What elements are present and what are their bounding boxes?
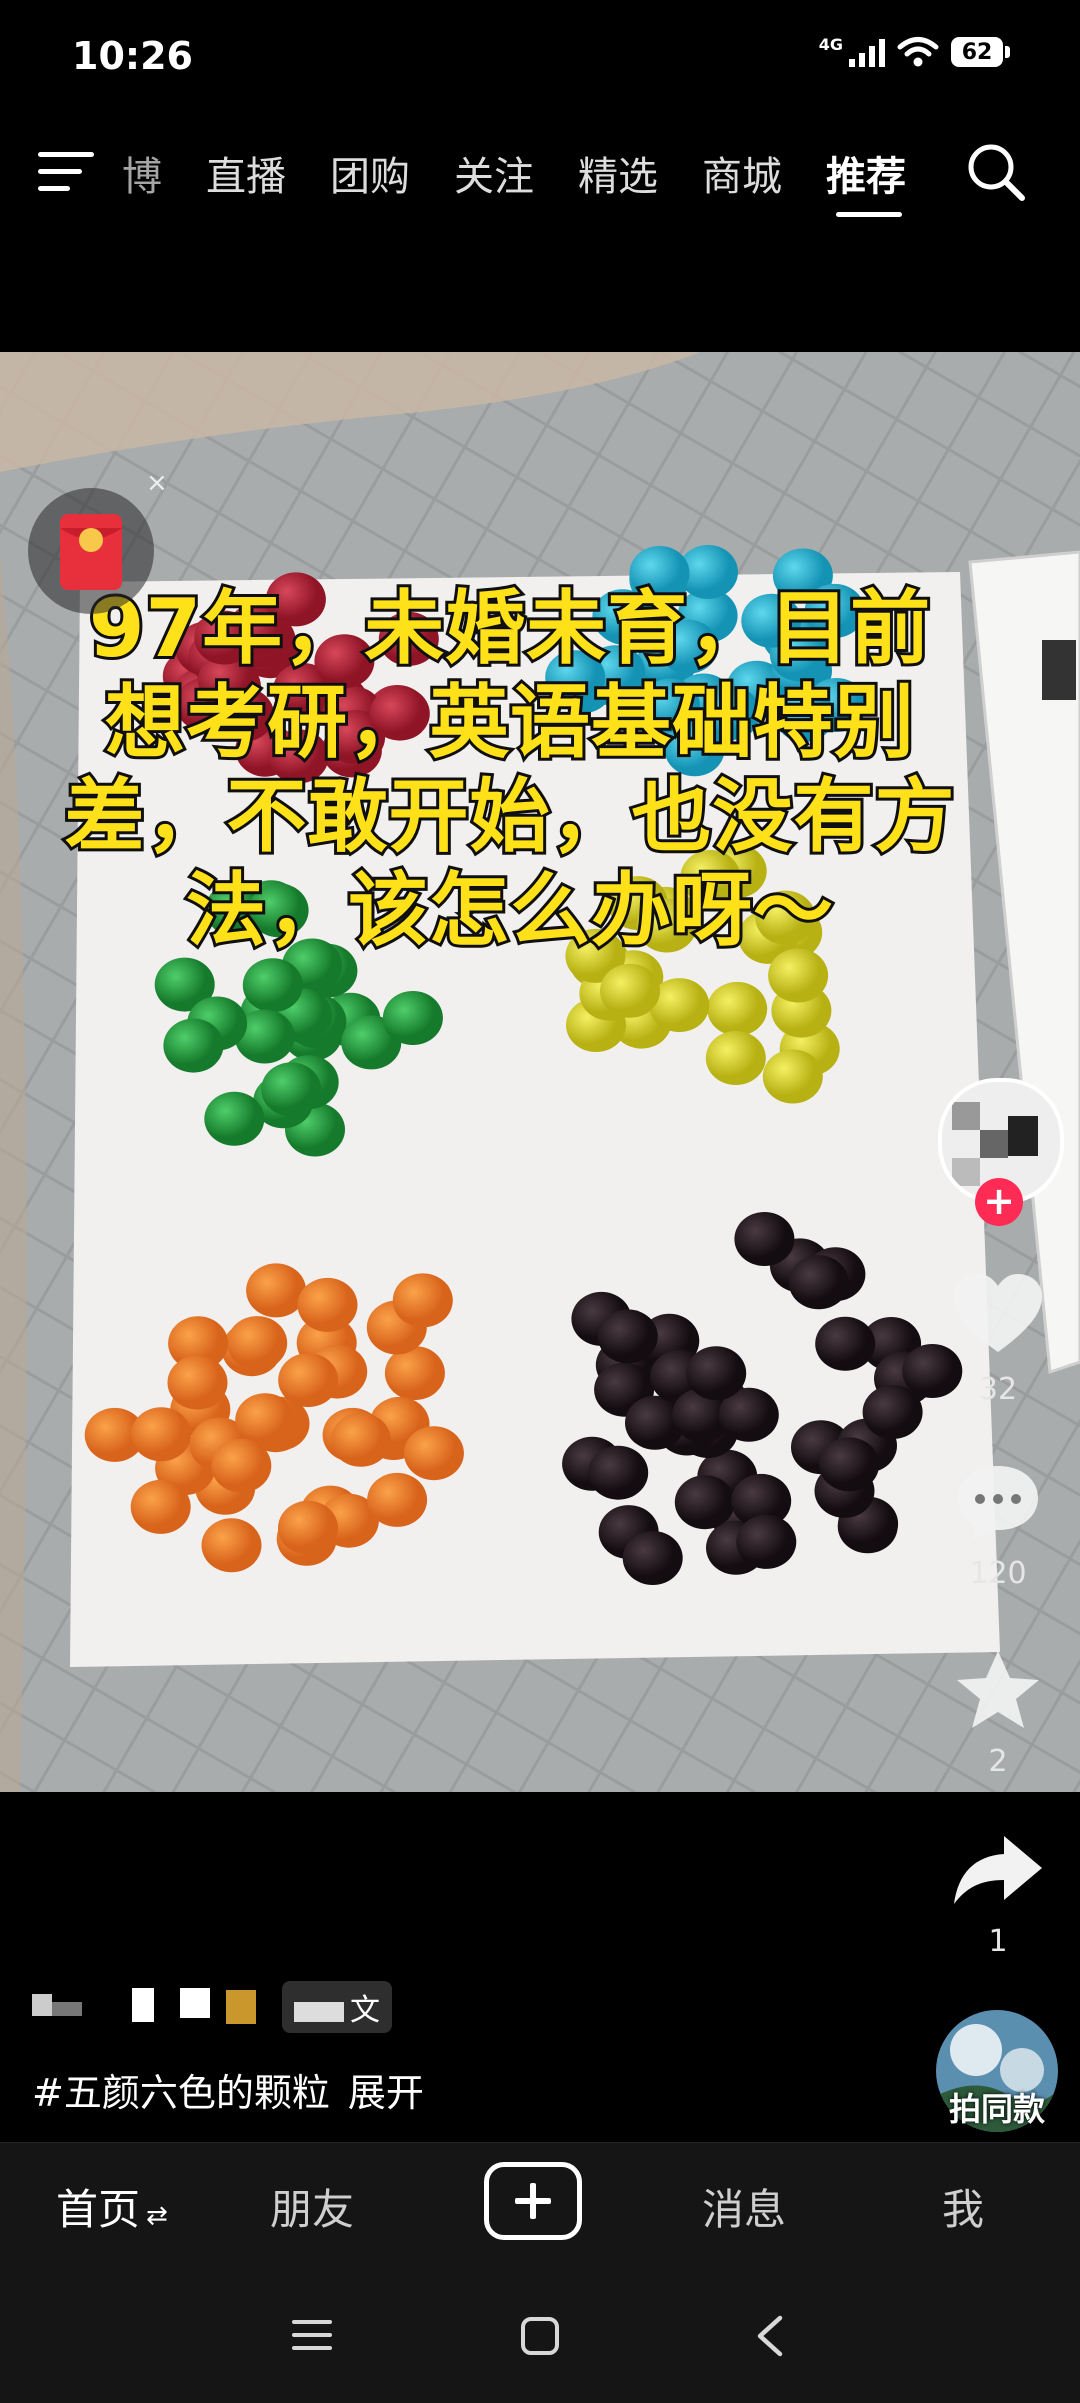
candy <box>131 1407 192 1462</box>
candy <box>278 1500 338 1555</box>
wifi-icon <box>897 37 939 67</box>
candy <box>705 1031 766 1085</box>
candy <box>167 1355 228 1410</box>
status-icons: 4G 62 <box>819 36 1010 68</box>
candy <box>211 1438 272 1493</box>
candy <box>392 1273 453 1328</box>
candy <box>163 1018 224 1073</box>
red-packet-close-button[interactable]: × <box>146 468 168 498</box>
candy <box>297 1277 358 1332</box>
candy <box>204 1091 265 1146</box>
refresh-swap-icon: ⇄ <box>146 2201 168 2231</box>
candy <box>330 1412 391 1467</box>
create-post-button[interactable] <box>484 2162 582 2240</box>
candy <box>227 1316 288 1371</box>
comment-count: 120 <box>969 1556 1027 1591</box>
candy <box>736 1514 797 1569</box>
expand-link[interactable]: 展开 <box>348 2071 424 2115</box>
candy <box>862 1385 923 1440</box>
candy <box>686 1346 747 1401</box>
status-time: 10:26 <box>72 34 193 78</box>
signal-icon <box>849 37 885 67</box>
description-line[interactable]: #五颜六色的颗粒 展开 <box>32 2062 424 2117</box>
candy <box>130 1479 191 1534</box>
recent-apps-icon[interactable] <box>292 2316 332 2354</box>
red-packet-widget[interactable] <box>28 488 154 614</box>
video-caption: 97年，未婚未育，目前想考研，英语基础特别差，不敢开始，也没有方法，该怎么办呀～ <box>62 579 958 960</box>
tab-friends[interactable]: 朋友 <box>270 2176 354 2237</box>
tab-recommend[interactable]: 推荐 <box>826 144 906 202</box>
author-row[interactable]: 文 <box>32 1981 392 2033</box>
candy <box>600 963 660 1018</box>
tab-featured[interactable]: 精选 <box>578 144 658 202</box>
hashtag-link[interactable]: #五颜六色的颗粒 <box>32 2071 330 2115</box>
candy <box>734 1212 795 1266</box>
tab-group-buy[interactable]: 团购 <box>330 144 410 202</box>
battery-level: 62 <box>951 37 1003 67</box>
video-player[interactable]: 97年，未婚未育，目前想考研，英语基础特别差，不敢开始，也没有方法，该怎么办呀～ <box>0 352 1080 1792</box>
candy <box>707 981 768 1036</box>
author-name-blurred <box>32 1988 256 2024</box>
candy <box>367 1472 428 1527</box>
favorite-count: 2 <box>988 1744 1008 1779</box>
follow-button[interactable]: + <box>975 1178 1023 1226</box>
battery-icon: 62 <box>951 37 1010 67</box>
comment-icon[interactable] <box>954 1462 1042 1544</box>
candy <box>597 1309 658 1364</box>
tab-partial[interactable]: 博 <box>122 144 162 202</box>
search-icon[interactable] <box>964 140 1028 204</box>
candy <box>819 1437 880 1492</box>
candy <box>278 1353 339 1408</box>
like-count: 32 <box>978 1372 1018 1407</box>
tab-mall[interactable]: 商城 <box>702 144 782 202</box>
share-count: 1 <box>988 1924 1008 1959</box>
candy <box>261 1062 322 1117</box>
back-icon[interactable] <box>754 2314 784 2358</box>
same-style-label: 拍同款 <box>948 2090 1045 2128</box>
candy <box>246 1263 307 1318</box>
share-arrow-icon[interactable] <box>952 1834 1044 1906</box>
candy <box>242 958 303 1013</box>
network-type: 4G <box>818 35 843 54</box>
active-tab-indicator <box>836 212 902 217</box>
video-frame-image <box>0 352 1080 1792</box>
candy <box>403 1426 464 1481</box>
red-packet-icon <box>60 514 122 590</box>
tab-home[interactable]: 首页 ⇄ <box>56 2176 168 2237</box>
candy <box>588 1445 649 1500</box>
author-tag: 文 <box>282 1981 392 2033</box>
tab-live[interactable]: 直播 <box>206 144 286 202</box>
candy <box>815 1316 876 1371</box>
candy <box>762 1049 823 1104</box>
candy <box>788 1255 849 1310</box>
candy <box>674 1475 735 1530</box>
tab-me[interactable]: 我 <box>942 2176 984 2237</box>
candy <box>201 1518 262 1573</box>
candy <box>382 991 443 1045</box>
tab-following[interactable]: 关注 <box>454 144 534 202</box>
home-square-icon[interactable] <box>520 2316 560 2356</box>
like-icon[interactable] <box>952 1272 1044 1356</box>
tab-messages[interactable]: 消息 <box>702 2176 786 2237</box>
candy <box>622 1531 683 1585</box>
favorite-star-icon[interactable] <box>954 1648 1042 1732</box>
menu-icon[interactable] <box>38 150 94 194</box>
plus-icon <box>515 2183 551 2219</box>
